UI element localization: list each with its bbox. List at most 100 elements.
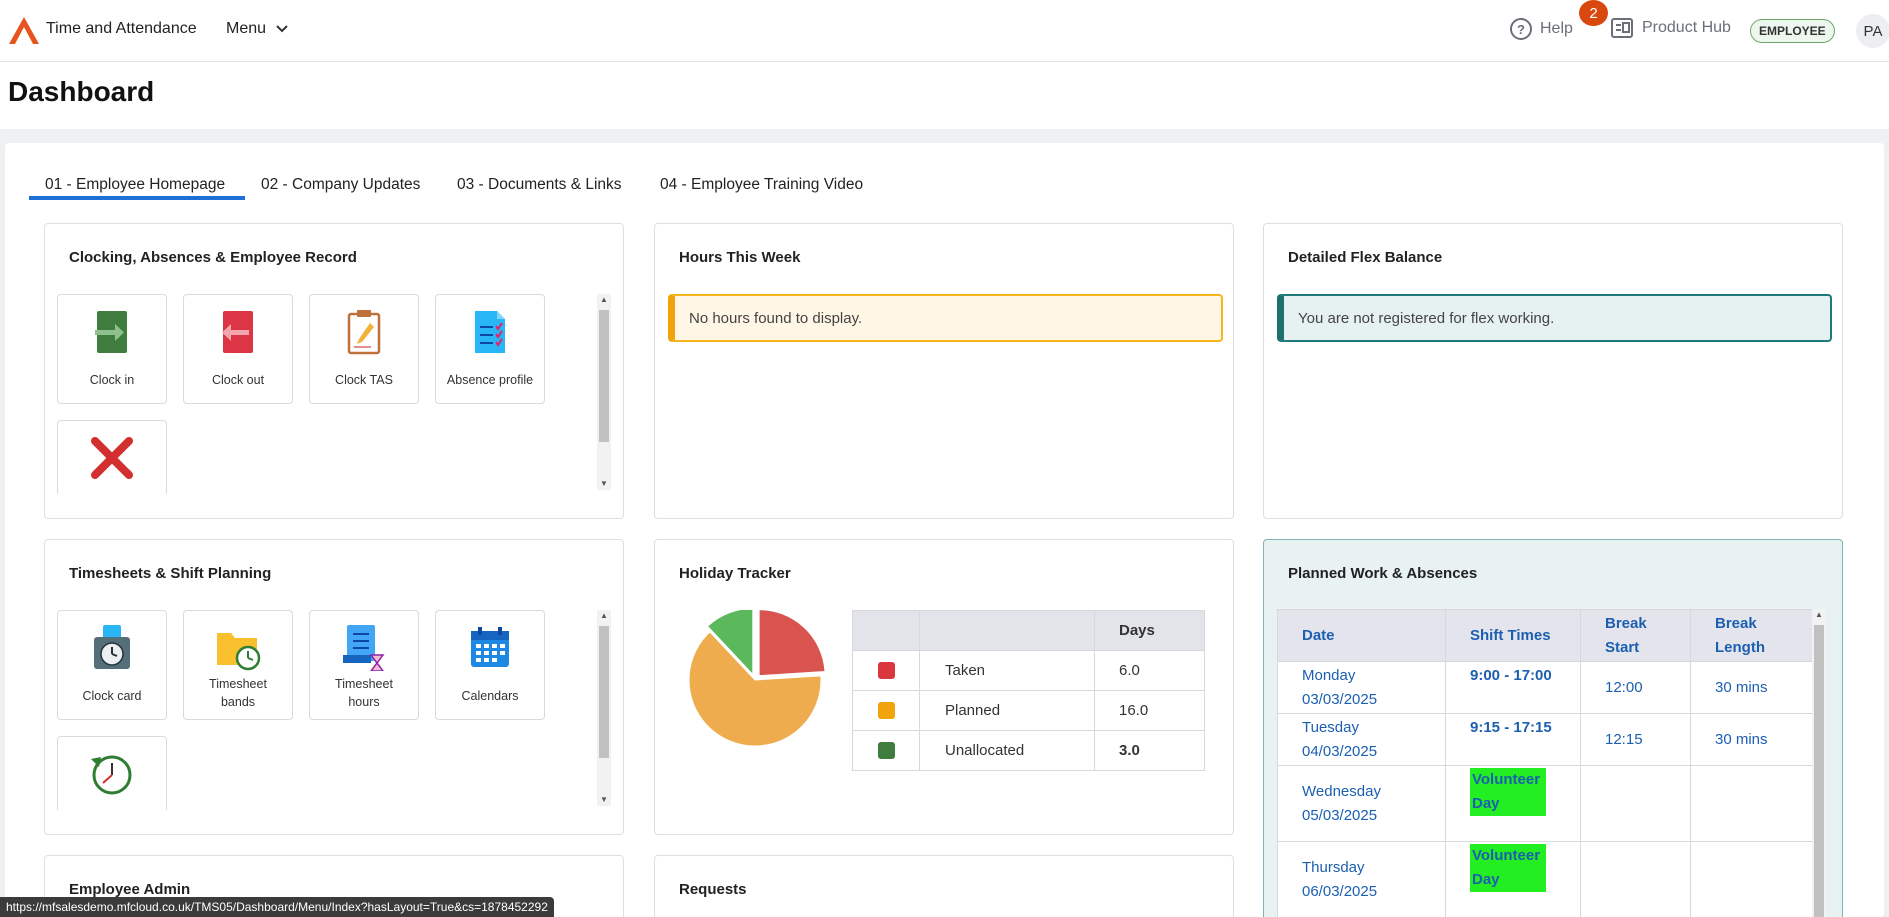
panel-title: Employee Admin [69, 881, 191, 898]
table-row: Tuesday 04/03/2025 9:15 - 17:15 12:15 30 … [1277, 713, 1813, 766]
panel-title: Timesheets & Shift Planning [69, 565, 272, 582]
tile-label: Absence profile [446, 373, 534, 387]
red-cross-icon [91, 437, 133, 479]
scroll-thumb[interactable] [599, 626, 609, 758]
break-start-cell: 12:00 [1580, 661, 1691, 714]
planned-scrollbar[interactable]: ▲ [1812, 609, 1826, 917]
clock-in-tile[interactable]: Clock in [57, 294, 167, 404]
notification-badge[interactable]: 2 [1579, 0, 1608, 26]
menu-button[interactable]: Menu [226, 20, 288, 38]
panel-title: Requests [679, 881, 747, 898]
tile-grid: Clock card Timesheet bands Timesheet hours [45, 610, 605, 810]
panel-title: Detailed Flex Balance [1288, 249, 1443, 266]
scrollbar[interactable]: ▲ ▼ [597, 294, 611, 490]
timesheet-hours-tile[interactable]: Timesheet hours [309, 610, 419, 720]
clock-in-icon [95, 311, 127, 353]
scroll-up-icon[interactable]: ▲ [1812, 609, 1826, 621]
help-link[interactable]: ? Help [1510, 18, 1573, 40]
cancel-tile[interactable] [57, 420, 167, 494]
tile-grid: Clock in Clock out Clock TAS Absence pro… [45, 294, 605, 494]
tab-employee-training-video[interactable]: 04 - Employee Training Video [660, 176, 863, 194]
break-length-cell [1690, 841, 1813, 917]
break-length-cell: 30 mins [1690, 661, 1813, 714]
alert-message: You are not registered for flex working. [1298, 309, 1555, 327]
shift-cell: 9:15 - 17:15 [1445, 713, 1581, 766]
app-title[interactable]: Time and Attendance [46, 20, 197, 38]
row-label: Taken [919, 650, 1095, 691]
tab-documents-links[interactable]: 03 - Documents & Links [457, 176, 622, 194]
date-column-header: Date [1277, 609, 1446, 662]
scroll-up-icon[interactable]: ▲ [597, 294, 611, 306]
planned-swatch [877, 702, 895, 720]
checklist-icon [475, 311, 505, 353]
tile-label: Clock TAS [335, 373, 393, 387]
clocking-panel: Clocking, Absences & Employee Record Clo… [44, 223, 624, 519]
panel-title: Clocking, Absences & Employee Record [69, 249, 357, 266]
help-label: Help [1540, 20, 1573, 37]
pie-slice-taken [758, 610, 825, 677]
break-start-cell: 12:15 [1580, 713, 1691, 766]
days-column-header: Days [1094, 610, 1205, 651]
date-cell: Thursday 06/03/2025 [1277, 841, 1446, 917]
clipboard-icon [347, 310, 381, 355]
scroll-down-icon[interactable]: ▼ [597, 478, 611, 490]
warning-alert: No hours found to display. [668, 294, 1223, 342]
tile-label: Clock out [211, 373, 265, 387]
calendar-icon [471, 627, 509, 667]
row-days: 16.0 [1094, 690, 1205, 731]
history-clock-icon [91, 755, 132, 795]
menu-label: Menu [226, 20, 267, 37]
shift-column-header: Shift Times [1445, 609, 1581, 662]
tab-company-updates[interactable]: 02 - Company Updates [261, 176, 420, 194]
shift-cell: 9:00 - 17:00 [1445, 661, 1581, 714]
scroll-thumb[interactable] [1814, 625, 1824, 917]
avatar[interactable]: PA [1856, 14, 1889, 48]
tab-employee-homepage[interactable]: 01 - Employee Homepage [45, 176, 225, 194]
clock-tas-tile[interactable]: Clock TAS [309, 294, 419, 404]
date-cell: Tuesday 04/03/2025 [1277, 713, 1446, 766]
absence-profile-tile[interactable]: Absence profile [435, 294, 545, 404]
hours-this-week-panel: Hours This Week No hours found to displa… [654, 223, 1234, 519]
role-badge: EMPLOYEE [1750, 19, 1835, 43]
clock-out-icon [222, 311, 253, 353]
flex-balance-panel: Detailed Flex Balance You are not regist… [1263, 223, 1843, 519]
planned-work-table: Date Shift Times Break Start Break Length … [1277, 609, 1813, 917]
table-row: Planned 16.0 [852, 690, 1205, 731]
panel-title: Hours This Week [679, 249, 801, 266]
calendars-tile[interactable]: Calendars [435, 610, 545, 720]
table-row: Taken 6.0 [852, 650, 1205, 691]
top-bar: Time and Attendance Menu ? Help 2 Produc… [0, 0, 1889, 62]
status-bar-url: https://mfsalesdemo.mfcloud.co.uk/TMS05/… [0, 897, 554, 917]
requests-panel: Requests [654, 855, 1234, 917]
timesheets-panel: Timesheets & Shift Planning Clock card T… [44, 539, 624, 835]
question-icon: ? [1510, 18, 1532, 40]
product-hub-label: Product Hub [1642, 19, 1731, 36]
app-logo-icon[interactable] [8, 15, 40, 45]
clock-card-icon [94, 625, 130, 669]
tile-label: Clock in [89, 373, 135, 387]
row-days: 3.0 [1094, 730, 1205, 771]
clock-card-tile[interactable]: Clock card [57, 610, 167, 720]
panel-title: Holiday Tracker [679, 565, 791, 582]
product-hub-link[interactable]: Product Hub [1611, 18, 1731, 38]
holiday-pie-chart [688, 610, 825, 747]
folder-clock-icon [217, 633, 261, 671]
history-tile[interactable] [57, 736, 167, 810]
color-column-header [852, 610, 920, 651]
scrollbar[interactable]: ▲ ▼ [597, 610, 611, 806]
table-row: Monday 03/03/2025 9:00 - 17:00 12:00 30 m… [1277, 661, 1813, 714]
holiday-table: Days Taken 6.0 Planned 16.0 Unallocated … [852, 610, 1205, 771]
table-row: Unallocated 3.0 [852, 730, 1205, 771]
row-label: Unallocated [919, 730, 1095, 771]
scroll-up-icon[interactable]: ▲ [597, 610, 611, 622]
taken-swatch [877, 662, 895, 680]
label-column-header [919, 610, 1095, 651]
break-start-column-header: Break Start [1580, 609, 1691, 662]
scroll-down-icon[interactable]: ▼ [597, 794, 611, 806]
scroll-thumb[interactable] [599, 310, 609, 442]
volunteer-day-badge: Volunteer Day [1470, 844, 1547, 892]
timesheet-bands-tile[interactable]: Timesheet bands [183, 610, 293, 720]
volunteer-day-badge: Volunteer Day [1470, 768, 1547, 816]
clock-out-tile[interactable]: Clock out [183, 294, 293, 404]
info-alert: You are not registered for flex working. [1277, 294, 1832, 342]
